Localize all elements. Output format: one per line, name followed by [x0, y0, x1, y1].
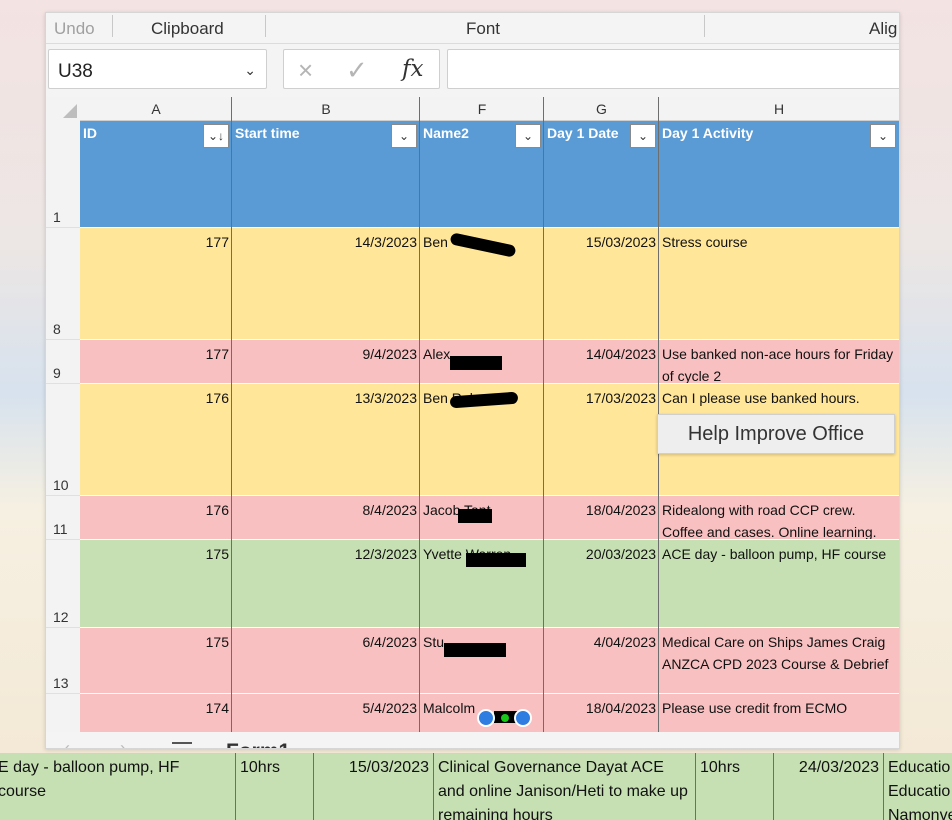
- formula-input[interactable]: [447, 49, 899, 89]
- cell-day1-date[interactable]: 20/03/2023: [544, 540, 659, 628]
- redaction-mark: [450, 356, 502, 370]
- select-all-corner[interactable]: [46, 97, 80, 122]
- alignment-group[interactable]: Alig: [869, 19, 897, 39]
- ribbon-separator: [265, 15, 266, 37]
- table-header-id[interactable]: ID ⌄↓: [80, 121, 232, 228]
- cell-id[interactable]: 174: [80, 694, 232, 732]
- row-header[interactable]: 10: [46, 384, 80, 496]
- cell-day1-date[interactable]: 4/04/2023: [544, 628, 659, 694]
- cell-day1-activity[interactable]: Please use credit from ECMO: [659, 694, 899, 732]
- bg-cell: 10hrs: [236, 753, 314, 820]
- redaction-mark: [458, 509, 492, 523]
- formula-actions: × ✓ fx: [283, 49, 440, 89]
- cell-id[interactable]: 176: [80, 384, 232, 496]
- bg-cell: 10hrs: [696, 753, 774, 820]
- selection-handle[interactable]: [514, 709, 532, 727]
- ribbon-separator: [112, 15, 113, 37]
- worksheet-grid: A B F G H 1 8 9 10 11 12 13 ID ⌄↓ Start …: [46, 97, 899, 732]
- chevron-right-icon[interactable]: ›: [120, 738, 126, 748]
- column-header-h[interactable]: H: [659, 97, 899, 121]
- cell-id[interactable]: 175: [80, 540, 232, 628]
- bg-cell: Clinical Governance Dayat ACE and online…: [434, 753, 696, 820]
- background-spreadsheet-row: E day - balloon pump, HF course 10hrs 15…: [0, 753, 952, 820]
- cancel-icon[interactable]: ×: [298, 55, 313, 86]
- cell-id[interactable]: 175: [80, 628, 232, 694]
- cell-start-time[interactable]: 12/3/2023: [232, 540, 420, 628]
- column-header-b[interactable]: B: [232, 97, 420, 121]
- help-improve-office-tooltip[interactable]: Help Improve Office: [657, 414, 895, 454]
- filter-dropdown-icon[interactable]: ⌄: [391, 124, 417, 148]
- column-header-g[interactable]: G: [544, 97, 659, 121]
- selection-dot: [501, 714, 509, 722]
- cell-id[interactable]: 176: [80, 496, 232, 540]
- cell-day1-activity[interactable]: Stress course: [659, 228, 899, 340]
- ribbon-separator: [704, 15, 705, 37]
- cell-id[interactable]: 177: [80, 228, 232, 340]
- bg-cell: 24/03/2023: [774, 753, 884, 820]
- undo-group[interactable]: Undo: [54, 19, 95, 39]
- check-icon[interactable]: ✓: [346, 55, 368, 86]
- chevron-left-icon[interactable]: ‹: [64, 738, 70, 748]
- cell-start-time[interactable]: 6/4/2023: [232, 628, 420, 694]
- cell-start-time[interactable]: 13/3/2023: [232, 384, 420, 496]
- row-header[interactable]: 8: [46, 228, 80, 340]
- cell-day1-date[interactable]: 18/04/2023: [544, 496, 659, 540]
- cell-id[interactable]: 177: [80, 340, 232, 384]
- selection-handle[interactable]: [477, 709, 495, 727]
- row-header[interactable]: 13: [46, 628, 80, 694]
- cell-start-time[interactable]: 9/4/2023: [232, 340, 420, 384]
- row-header[interactable]: [46, 694, 80, 732]
- cell-start-time[interactable]: 14/3/2023: [232, 228, 420, 340]
- row-header[interactable]: 1: [46, 121, 80, 228]
- sheet-list-icon[interactable]: [172, 742, 192, 744]
- clipboard-group[interactable]: Clipboard: [151, 19, 224, 39]
- cell-start-time[interactable]: 8/4/2023: [232, 496, 420, 540]
- cell-day1-activity[interactable]: ACE day - balloon pump, HF course: [659, 540, 899, 628]
- font-group[interactable]: Font: [466, 19, 500, 39]
- function-icon[interactable]: fx: [402, 56, 423, 82]
- formula-bar: U38 ⌄ × ✓ fx: [46, 44, 899, 96]
- table-header-day1-activity[interactable]: Day 1 Activity ⌄: [659, 121, 899, 228]
- cell-day1-date[interactable]: 18/04/2023: [544, 694, 659, 732]
- cell-day1-activity[interactable]: Ridealong with road CCP crew. Coffee and…: [659, 496, 899, 540]
- redaction-mark: [444, 643, 506, 657]
- bg-cell: E day - balloon pump, HF course: [0, 753, 236, 820]
- column-header-f[interactable]: F: [420, 97, 544, 121]
- excel-window: Undo Clipboard Font Alig U38 ⌄ × ✓ fx A …: [45, 12, 900, 749]
- row-header[interactable]: 9: [46, 340, 80, 384]
- sheet-tabs-bar: ‹ › Form1: [46, 732, 899, 748]
- bg-cell: 15/03/2023: [314, 753, 434, 820]
- bg-cell: Educatio Educatio Namonve: [888, 759, 952, 820]
- column-header-a[interactable]: A: [80, 97, 232, 121]
- sort-filter-icon[interactable]: ⌄↓: [203, 124, 229, 148]
- cell-day1-activity[interactable]: Use banked non-ace hours for Friday of c…: [659, 340, 899, 384]
- filter-dropdown-icon[interactable]: ⌄: [630, 124, 656, 148]
- cell-day1-activity[interactable]: Medical Care on Ships James Craig ANZCA …: [659, 628, 899, 694]
- sheet-tab-form1[interactable]: Form1: [226, 740, 290, 748]
- filter-dropdown-icon[interactable]: ⌄: [515, 124, 541, 148]
- ribbon-groups: Undo Clipboard Font Alig: [46, 13, 899, 44]
- row-header[interactable]: 11: [46, 496, 80, 540]
- table-header-name2[interactable]: Name2 ⌄: [420, 121, 544, 228]
- cell-name[interactable]: Stu: [420, 628, 544, 694]
- table-header-start-time[interactable]: Start time ⌄: [232, 121, 420, 228]
- row-header[interactable]: 12: [46, 540, 80, 628]
- name-box-value: U38: [58, 61, 93, 82]
- cell-day1-date[interactable]: 15/03/2023: [544, 228, 659, 340]
- name-box[interactable]: U38 ⌄: [48, 49, 267, 89]
- redaction-mark: [466, 553, 526, 567]
- filter-dropdown-icon[interactable]: ⌄: [870, 124, 896, 148]
- table-header-day1-date[interactable]: Day 1 Date ⌄: [544, 121, 659, 228]
- chevron-down-icon[interactable]: ⌄: [244, 62, 256, 79]
- cell-day1-date[interactable]: 14/04/2023: [544, 340, 659, 384]
- cell-day1-date[interactable]: 17/03/2023: [544, 384, 659, 496]
- cell-start-time[interactable]: 5/4/2023: [232, 694, 420, 732]
